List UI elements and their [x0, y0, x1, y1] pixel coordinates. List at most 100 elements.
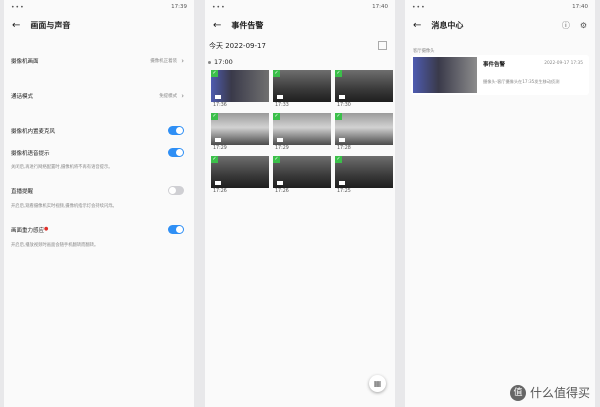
status-time: 17:40 — [572, 4, 588, 10]
back-arrow-icon[interactable]: ← — [213, 20, 221, 31]
event-time: 17:29 — [275, 146, 289, 151]
status-bar: ••• 17:40 — [405, 0, 595, 14]
check-icon: ✓ — [273, 156, 280, 163]
calendar-button[interactable]: ▦ — [369, 375, 386, 392]
message-thumbnail — [413, 57, 477, 93]
event-thumbnail[interactable]: ✓ 17:26 — [211, 156, 269, 195]
toggle-label: 摄像机内置麦克风 — [11, 128, 56, 135]
video-icon — [215, 138, 221, 142]
mic-toggle-row: 摄像机内置麦克风 — [11, 126, 184, 135]
calendar-icon: ▦ — [373, 379, 382, 388]
group-label: 客厅摄像头 — [413, 49, 435, 54]
call-mode-row[interactable]: 通话模式 免提模式 › — [11, 92, 184, 100]
check-icon: ✓ — [211, 156, 218, 163]
video-icon — [215, 95, 221, 99]
status-icons: ••• — [11, 3, 25, 11]
toggle-label: 摄像机语音提示 — [11, 150, 50, 157]
message-title: 事件告警 — [483, 62, 506, 68]
video-icon — [277, 95, 283, 99]
toggle-description: 关闭后,再进行网络配置时,摄像机将不再有语音提示。 — [11, 165, 113, 170]
voice-prompt-toggle-row: 摄像机语音提示 — [11, 148, 184, 157]
status-icons: ••• — [212, 3, 226, 11]
status-time: 17:39 — [171, 4, 187, 10]
event-thumbnail[interactable]: ✓ 17:36 — [211, 70, 269, 109]
nav-bar: ← 画面与声音 — [4, 14, 194, 36]
event-time: 17:33 — [275, 103, 289, 108]
camera-image-row[interactable]: 摄像机画面 摄像机正着装 › — [11, 57, 184, 65]
check-icon: ✓ — [335, 70, 342, 77]
event-thumbnail[interactable]: ✓ 17:26 — [273, 156, 331, 195]
new-badge-icon: ● — [44, 225, 49, 232]
message-card[interactable]: 事件告警 2022-09-17 17:35 摄像头-客厅摄像头在17:35发生移… — [411, 55, 589, 95]
status-time: 17:40 — [372, 4, 388, 10]
event-time: 17:36 — [213, 103, 227, 108]
gear-icon[interactable]: ⚙ — [580, 21, 587, 30]
phone-screen-picture-and-sound: ••• 17:39 ← 画面与声音 摄像机画面 摄像机正着装 › 通话模式 免提… — [4, 0, 194, 407]
check-icon: ✓ — [335, 113, 342, 120]
video-icon — [339, 95, 345, 99]
date-header: 今天 2022-09-17 — [209, 42, 266, 50]
live-reminder-toggle[interactable] — [168, 186, 184, 195]
page-title: 画面与声音 — [30, 20, 71, 30]
toggle-label: 画面重力感应● — [11, 226, 168, 234]
watermark-text: 什么值得买 — [529, 386, 590, 400]
watermark-logo: 值 — [509, 384, 526, 401]
event-time: 17:25 — [337, 189, 351, 194]
video-icon — [277, 138, 283, 142]
toggle-label-text: 画面重力感应 — [11, 227, 45, 234]
message-time: 2022-09-17 17:35 — [544, 61, 583, 66]
message-summary: 摄像头-客厅摄像头在17:35发生移动侦测 — [483, 79, 560, 84]
live-reminder-toggle-row: 直播提醒 — [11, 186, 184, 195]
check-icon: ✓ — [335, 156, 342, 163]
event-thumbnail[interactable]: ✓ 17:29 — [211, 113, 269, 152]
event-time: 17:28 — [337, 146, 351, 151]
back-arrow-icon[interactable]: ← — [413, 20, 421, 31]
event-thumbnail[interactable]: ✓ 17:28 — [335, 113, 393, 152]
gravity-sensor-toggle[interactable] — [168, 225, 184, 234]
status-bar: ••• 17:39 — [4, 0, 194, 14]
gravity-sensor-toggle-row: 画面重力感应● — [11, 225, 184, 234]
video-icon — [215, 181, 221, 185]
check-icon: ✓ — [211, 70, 218, 77]
event-thumbnail[interactable]: ✓ 17:29 — [273, 113, 331, 152]
video-icon — [339, 181, 345, 185]
chevron-right-icon: › — [181, 92, 184, 100]
row-label: 通话模式 — [11, 94, 34, 100]
event-thumbnail-grid: ✓ 17:36 ✓ 17:33 ✓ 17:30 ✓ 17:29 ✓ 17:29 ✓ 17:2… — [211, 70, 393, 195]
timeline-dot-icon — [208, 60, 211, 64]
phone-screen-event-alerts: ••• 17:40 ← 事件告警 今天 2022-09-17 17:00 ✓ 17… — [205, 0, 395, 407]
video-icon — [277, 181, 283, 185]
page-title: 消息中心 — [431, 20, 464, 30]
toggle-label: 直播提醒 — [11, 188, 34, 195]
event-time: 17:29 — [213, 146, 227, 151]
edit-icon[interactable] — [378, 41, 387, 50]
event-time: 17:26 — [275, 189, 289, 194]
back-arrow-icon[interactable]: ← — [12, 20, 20, 31]
row-value: 摄像机正着装 — [150, 59, 178, 64]
event-thumbnail[interactable]: ✓ 17:30 — [335, 70, 393, 109]
check-icon: ✓ — [273, 113, 280, 120]
check-icon: ✓ — [273, 70, 280, 77]
chevron-right-icon: › — [181, 57, 184, 65]
hour-label: 17:00 — [214, 58, 233, 66]
nav-bar: ← 消息中心 ⓘ ⚙ — [405, 14, 595, 36]
event-thumbnail[interactable]: ✓ 17:33 — [273, 70, 331, 109]
event-thumbnail[interactable]: ✓ 17:25 — [335, 156, 393, 195]
toggle-description: 开启后,播放视频时画面会随手机翻转而翻转。 — [11, 243, 99, 248]
nav-bar: ← 事件告警 — [205, 14, 395, 36]
mic-toggle[interactable] — [168, 126, 184, 135]
row-value: 免提模式 — [159, 94, 178, 99]
event-time: 17:30 — [337, 103, 351, 108]
status-icons: ••• — [412, 3, 426, 11]
row-label: 摄像机画面 — [11, 59, 39, 65]
toggle-description: 开启后,观看摄像机实时视频,摄像机指示灯会持续闪烁。 — [11, 204, 117, 209]
voice-prompt-toggle[interactable] — [168, 148, 184, 157]
hour-header: 17:00 — [208, 58, 233, 66]
page-title: 事件告警 — [231, 20, 264, 30]
video-icon — [339, 138, 345, 142]
info-icon[interactable]: ⓘ — [562, 20, 570, 31]
watermark: 值 什么值得买 — [509, 384, 590, 401]
check-icon: ✓ — [211, 113, 218, 120]
status-bar: ••• 17:40 — [205, 0, 395, 14]
event-time: 17:26 — [213, 189, 227, 194]
